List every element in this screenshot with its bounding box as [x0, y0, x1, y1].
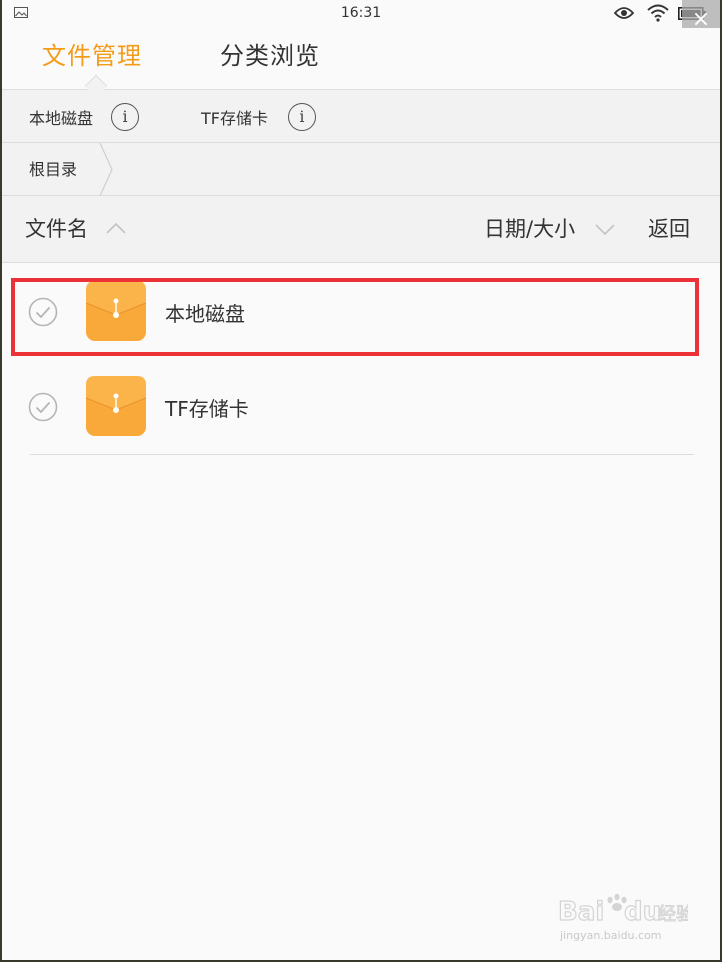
list-header: 文件名 日期/大小 返回 — [2, 196, 720, 263]
status-bar: 16:31 — [2, 0, 720, 28]
sort-by-name[interactable]: 文件名 — [25, 196, 88, 263]
svg-text:Bai: Bai — [558, 897, 604, 927]
svg-text:du: du — [624, 897, 661, 927]
file-name: TF存储卡 — [165, 397, 249, 421]
highlight-annotation-box — [11, 278, 699, 356]
list-item[interactable]: TF存储卡 — [28, 360, 694, 455]
watermark-url: jingyan.baidu.com — [560, 929, 662, 942]
storage-tf-card[interactable]: TF存储卡 i — [201, 90, 316, 143]
breadcrumb-root[interactable]: 根目录 — [29, 143, 77, 196]
storage-local-disk[interactable]: 本地磁盘 i — [29, 90, 140, 143]
chevron-right-icon — [99, 143, 113, 196]
back-button[interactable]: 返回 — [648, 196, 690, 263]
tab-category-browse[interactable]: 分类浏览 — [220, 36, 320, 71]
eye-icon — [614, 7, 634, 19]
sort-by-date-size[interactable]: 日期/大小 — [484, 196, 575, 263]
info-icon[interactable]: i — [111, 102, 140, 131]
chevron-down-icon[interactable] — [595, 224, 615, 236]
wifi-icon — [647, 4, 669, 22]
chevron-up-icon[interactable] — [106, 222, 126, 234]
status-time: 16:31 — [340, 5, 382, 21]
tab-file-management[interactable]: 文件管理 — [42, 36, 142, 71]
check-circle-icon[interactable] — [28, 392, 58, 422]
storage-tf-label: TF存储卡 — [201, 108, 268, 128]
info-icon[interactable]: i — [287, 102, 316, 131]
breadcrumb: 根目录 — [2, 143, 720, 196]
storage-bar: 本地磁盘 i TF存储卡 i — [2, 90, 720, 143]
tab-bar: 文件管理 分类浏览 — [2, 28, 720, 98]
folder-icon — [86, 376, 146, 436]
baidu-jingyan-watermark: Bai du 经验 — [558, 893, 688, 928]
svg-text:经验: 经验 — [658, 904, 688, 925]
storage-local-label: 本地磁盘 — [29, 108, 94, 128]
file-manager-screen: 16:31 × 文件管理 分类浏览 本地磁盘 i TF存储卡 i 根目录 文件名… — [2, 0, 720, 960]
